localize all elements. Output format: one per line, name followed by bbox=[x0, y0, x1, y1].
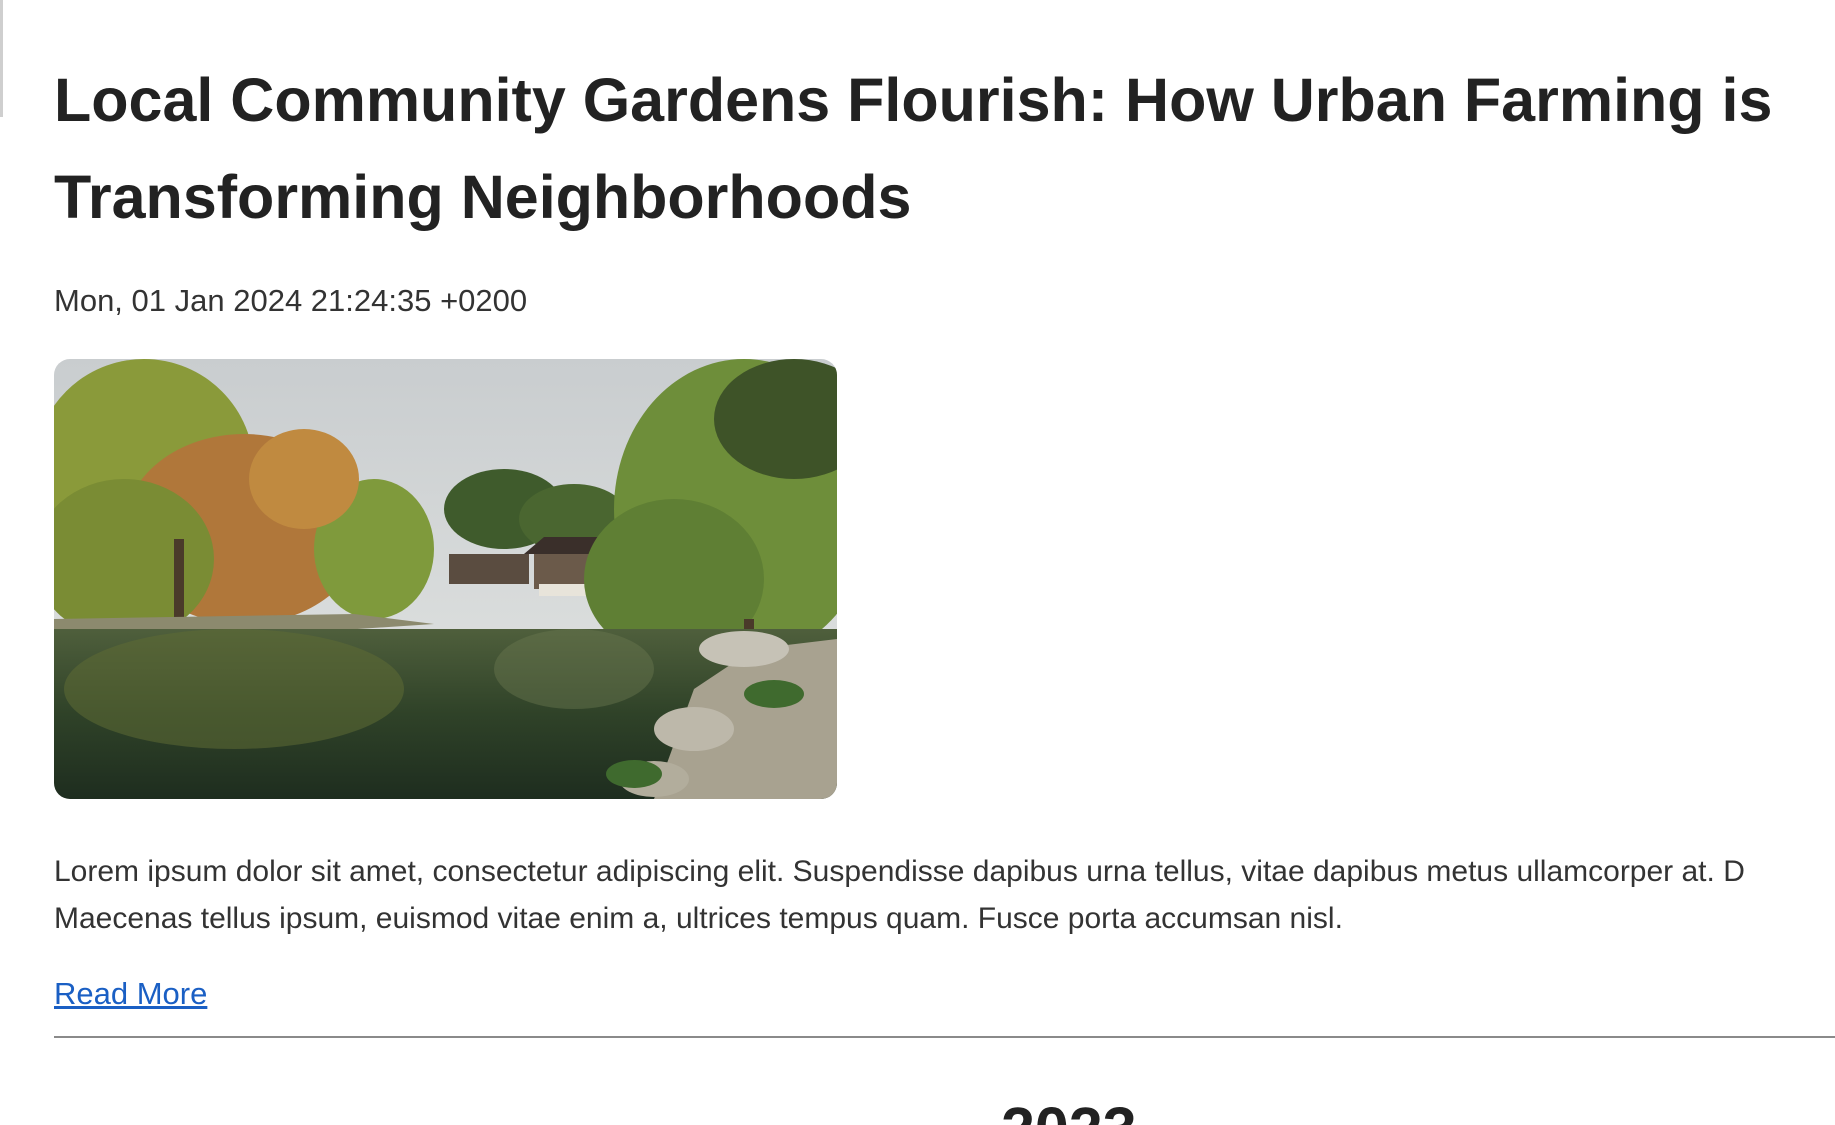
left-edge-scroll-indicator bbox=[0, 0, 3, 117]
garden-pond-image bbox=[54, 359, 837, 799]
article-card: Local Community Gardens Flourish: How Ur… bbox=[54, 0, 1835, 1011]
article-title-line-2: Transforming Neighborhoods bbox=[54, 163, 912, 231]
next-article-title-year: 2023 bbox=[1001, 1095, 1137, 1125]
article-excerpt-line-1: Lorem ipsum dolor sit amet, consectetur … bbox=[54, 855, 1745, 888]
article-title: Local Community Gardens Flourish: How Ur… bbox=[54, 0, 1835, 246]
article-excerpt-line-2: Maecenas tellus ipsum, euismod vitae eni… bbox=[54, 902, 1343, 935]
article-image bbox=[54, 359, 837, 799]
read-more-link[interactable]: Read More bbox=[54, 976, 207, 1012]
article-excerpt: Lorem ipsum dolor sit amet, consectetur … bbox=[54, 848, 1745, 942]
article-date: Mon, 01 Jan 2024 21:24:35 +0200 bbox=[54, 283, 528, 318]
article-title-line-1: Local Community Gardens Flourish: How Ur… bbox=[54, 66, 1773, 134]
article-divider bbox=[54, 1036, 1835, 1038]
page-viewport: Local Community Gardens Flourish: How Ur… bbox=[0, 0, 1835, 1125]
next-article-title: 2023 bbox=[54, 1094, 1137, 1125]
